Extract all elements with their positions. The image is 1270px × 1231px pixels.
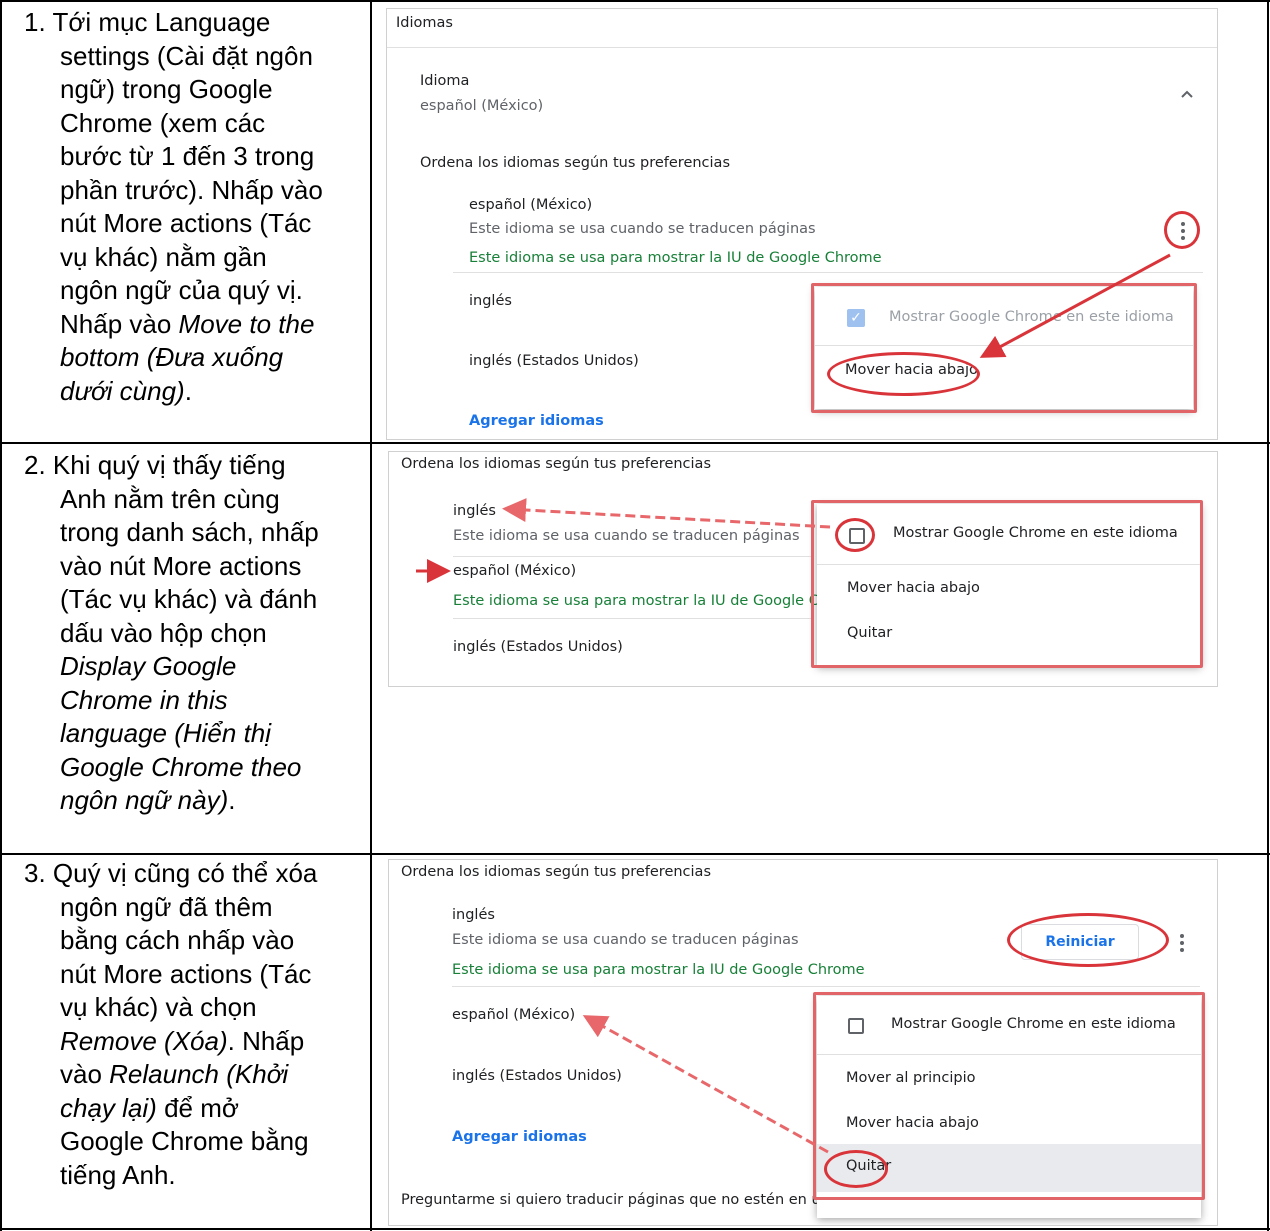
divider xyxy=(387,47,1217,48)
order-label: Ordena los idiomas según tus preferencia… xyxy=(401,456,711,472)
divider xyxy=(453,618,813,619)
divider xyxy=(453,272,1203,273)
section-header: Idiomas xyxy=(396,15,453,31)
language-item-name: inglés xyxy=(469,293,512,309)
language-item-name: inglés (Estados Unidos) xyxy=(469,353,639,369)
screenshot-remove-language: Ordena los idiomas según tus preferencia… xyxy=(388,859,1218,1226)
table-border-right xyxy=(1267,0,1269,1231)
language-item-name: español (México) xyxy=(453,563,577,579)
chevron-up-icon[interactable] xyxy=(1179,87,1195,103)
add-languages-link[interactable]: Agregar idiomas xyxy=(469,413,604,429)
table-border-left xyxy=(0,0,2,1231)
checkbox-highlight-ring xyxy=(835,518,875,552)
language-item-name: español (México) xyxy=(452,1007,576,1023)
kebab-highlight-ring xyxy=(1164,211,1200,249)
language-item-desc: Este idioma se usa cuando se traducen pá… xyxy=(453,528,800,544)
table-border-bottom xyxy=(0,1228,1270,1230)
language-item-desc: Este idioma se usa cuando se traducen pá… xyxy=(469,221,816,237)
order-label: Ordena los idiomas según tus preferencia… xyxy=(420,155,730,171)
column-divider xyxy=(370,0,372,1231)
move-down-highlight-ring xyxy=(827,352,980,396)
language-item-name: español (México) xyxy=(469,197,593,213)
language-title: Idioma xyxy=(420,73,470,89)
divider xyxy=(452,986,1200,987)
language-item-name: inglés (Estados Unidos) xyxy=(452,1068,622,1084)
step-1-text: 1. Tới mục Language settings (Cài đặt ng… xyxy=(24,7,323,406)
language-item-ui-note: Este idioma se usa para mostrar la IU de… xyxy=(452,962,865,978)
relaunch-highlight-ring xyxy=(1007,913,1169,967)
order-label: Ordena los idiomas según tus preferencia… xyxy=(401,864,711,880)
row-divider-1 xyxy=(0,442,1270,444)
remove-highlight-ring xyxy=(824,1150,888,1188)
language-item-ui-note: Este idioma se usa para mostrar la IU de… xyxy=(453,593,819,609)
language-item-desc: Este idioma se usa cuando se traducen pá… xyxy=(452,932,799,948)
screenshot-display-language: Ordena los idiomas según tus preferencia… xyxy=(388,451,1218,687)
add-languages-link[interactable]: Agregar idiomas xyxy=(452,1129,587,1145)
divider xyxy=(453,556,813,557)
screenshot-language-settings: Idiomas Idioma español (México) Ordena l… xyxy=(386,8,1218,440)
row-divider-2 xyxy=(0,853,1270,855)
step-2-text: 2. Khi quý vị thấy tiếng Anh nằm trên cù… xyxy=(24,450,319,815)
language-item-name: inglés xyxy=(453,503,496,519)
translate-offer-text: Preguntarme si quiero traducir páginas q… xyxy=(401,1192,821,1208)
language-item-name: inglés (Estados Unidos) xyxy=(453,639,623,655)
language-item-name: inglés xyxy=(452,907,495,923)
language-item-ui-note: Este idioma se usa para mostrar la IU de… xyxy=(469,250,882,266)
more-vert-icon[interactable] xyxy=(1180,934,1184,952)
step-3-text: 3. Quý vị cũng có thể xóa ngôn ngữ đã th… xyxy=(24,858,318,1190)
language-value: español (México) xyxy=(420,98,544,114)
table-border-top xyxy=(0,0,1270,2)
